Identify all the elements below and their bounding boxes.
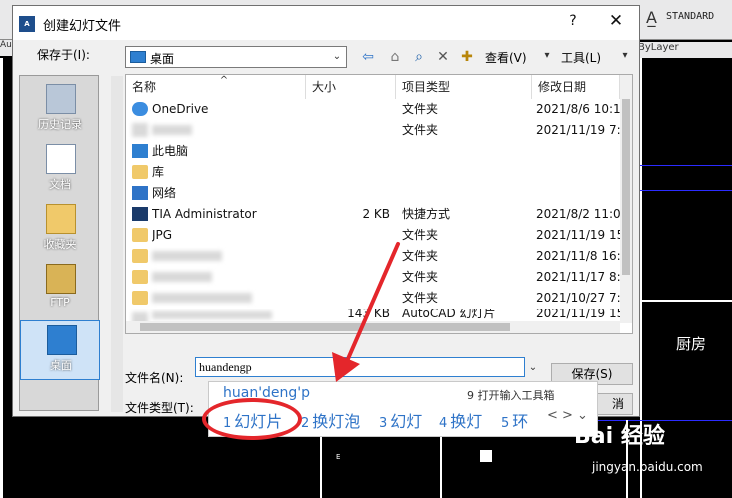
chevron-down-icon: ⌄ [332, 51, 342, 62]
documents-icon [46, 144, 76, 174]
slide-file-icon [132, 312, 148, 321]
folder-icon [132, 249, 148, 263]
create-slide-dialog: A 创建幻灯文件 ? ✕ 保存于(I): 桌面 ⌄ ⇦ ⌂ ⌕ ✕ ✚ 查看(V… [12, 5, 640, 417]
file-row[interactable]: TIA Administrator 2 KB 快捷方式 2021/8/2 11:… [126, 204, 620, 225]
place-documents[interactable]: 文档 [20, 140, 100, 200]
file-row[interactable]: 文件夹 2021/11/19 7: [126, 120, 620, 141]
shortcut-icon [132, 207, 148, 221]
chevron-down-icon[interactable]: ▾ [619, 50, 631, 61]
place-favorites[interactable]: 收藏夹 [20, 200, 100, 260]
folder-icon [132, 291, 148, 305]
folder-icon [132, 228, 148, 242]
scroll-thumb[interactable] [140, 323, 510, 331]
place-desktop[interactable]: 桌面 [20, 320, 100, 380]
onedrive-icon [132, 102, 148, 116]
text-style-icon[interactable]: A̲ [646, 8, 664, 28]
help-button[interactable]: ? [558, 13, 588, 35]
ime-toolbox-link[interactable]: 9 打开输入工具箱 [467, 387, 587, 405]
file-list-vscroll[interactable] [620, 75, 632, 323]
cad-line [640, 165, 732, 166]
autocad-icon: A [19, 16, 35, 32]
filename-label: 文件名(N): [125, 371, 184, 385]
up-folder-icon[interactable]: ⌂ [385, 47, 405, 67]
column-size-header[interactable]: 大小 [306, 75, 396, 99]
folder-icon [132, 270, 148, 284]
save-in-label: 保存于(I): [37, 48, 90, 62]
history-icon [46, 84, 76, 114]
places-bar: 历史记录 文档 收藏夹 FTP 桌面 [19, 75, 100, 411]
back-icon[interactable]: ⇦ [358, 47, 378, 67]
column-name-header[interactable]: 名称 [126, 75, 306, 99]
file-row[interactable]: 库 [126, 162, 620, 183]
room-label: 厨房 [676, 335, 707, 353]
ime-candidate[interactable]: 3 幻灯 [379, 408, 422, 434]
view-menu[interactable]: 查看(V) [485, 49, 527, 66]
baidu-logo: Bai 经验 [574, 424, 665, 449]
cad-line [440, 436, 442, 498]
sort-up-icon: ^ [219, 75, 229, 86]
chevron-down-icon[interactable]: ▾ [541, 50, 553, 61]
baidu-jingyan-watermark: Bai 经验 jingyan.baidu.com [572, 418, 732, 498]
column-date-header[interactable]: 修改日期 [532, 75, 620, 99]
dialog-title: 创建幻灯文件 [43, 19, 122, 34]
text-style-select[interactable]: STANDARD [666, 11, 730, 29]
chevron-down-icon[interactable]: ⌄ [527, 362, 539, 373]
save-in-select[interactable]: 桌面 ⌄ [125, 46, 347, 68]
cad-line [640, 190, 732, 191]
file-row[interactable]: OneDrive 文件夹 2021/8/6 10:1 [126, 99, 620, 120]
desktop-icon [130, 51, 146, 63]
delete-icon[interactable]: ✕ [433, 47, 453, 67]
cad-side-label: Au [0, 40, 12, 56]
place-history[interactable]: 历史记录 [20, 80, 100, 140]
ime-candidate[interactable]: 5环 [501, 408, 528, 434]
new-folder-icon[interactable]: ✚ [457, 47, 477, 67]
place-ftp[interactable]: FTP [20, 260, 100, 320]
watermark-url: jingyan.baidu.com [592, 460, 703, 474]
file-row[interactable]: 网络 [126, 183, 620, 204]
dialog-titlebar: A 创建幻灯文件 ? ✕ [13, 6, 639, 40]
cad-line [640, 300, 732, 302]
highlight-circle [202, 398, 302, 440]
desktop-icon [47, 325, 77, 355]
ime-candidate[interactable]: 4 换灯 [439, 408, 482, 434]
ftp-icon [46, 264, 76, 294]
filetype-label: 文件类型(T): [125, 401, 194, 415]
tools-menu[interactable]: 工具(L) [561, 49, 601, 66]
annotation-arrow [332, 242, 400, 382]
layer-select[interactable]: ByLayer [636, 42, 732, 58]
ime-candidate[interactable]: 2 换灯泡 [301, 408, 360, 434]
close-button[interactable]: ✕ [601, 11, 631, 35]
places-scrollbar[interactable] [111, 76, 123, 412]
cad-line [320, 436, 322, 498]
favorites-icon [46, 204, 76, 234]
library-icon [132, 165, 148, 179]
cad-block [480, 450, 492, 462]
folder-icon [132, 123, 148, 137]
cad-text: E [336, 453, 341, 461]
scroll-thumb[interactable] [622, 99, 630, 275]
network-icon [132, 186, 148, 200]
column-type-header[interactable]: 项目类型 [396, 75, 532, 99]
save-in-value: 桌面 [150, 52, 175, 66]
file-row[interactable]: 此电脑 [126, 141, 620, 162]
cad-line [0, 58, 3, 498]
search-icon[interactable]: ⌕ [409, 47, 429, 67]
computer-icon [132, 144, 148, 158]
